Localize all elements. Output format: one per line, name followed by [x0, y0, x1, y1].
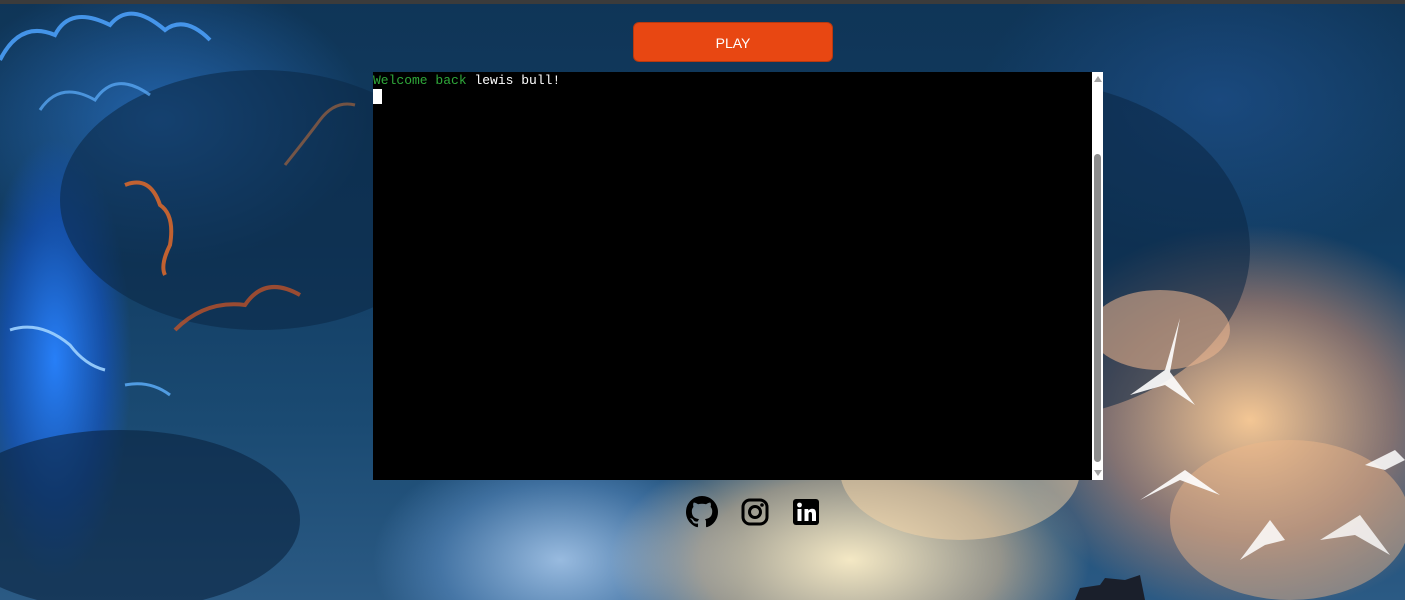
scroll-down-arrow-icon[interactable]: [1094, 470, 1102, 476]
linkedin-link[interactable]: [790, 496, 822, 528]
terminal-window[interactable]: Welcome back lewis bull!: [373, 72, 1103, 480]
scroll-up-arrow-icon[interactable]: [1094, 76, 1102, 82]
play-button[interactable]: PLAY: [633, 22, 833, 62]
scroll-thumb[interactable]: [1094, 154, 1101, 462]
welcome-text: Welcome back: [373, 73, 467, 88]
terminal-input-line[interactable]: [373, 89, 1092, 105]
instagram-icon: [741, 498, 769, 526]
linkedin-icon: [793, 499, 819, 525]
instagram-link[interactable]: [739, 496, 771, 528]
github-icon: [686, 496, 718, 528]
terminal-line-welcome: Welcome back lewis bull!: [373, 73, 1092, 89]
terminal-cursor: [373, 89, 382, 104]
github-link[interactable]: [686, 496, 718, 528]
username-text: lewis bull!: [474, 73, 561, 88]
terminal-output[interactable]: Welcome back lewis bull!: [373, 72, 1092, 480]
terminal-scrollbar[interactable]: [1092, 72, 1103, 480]
